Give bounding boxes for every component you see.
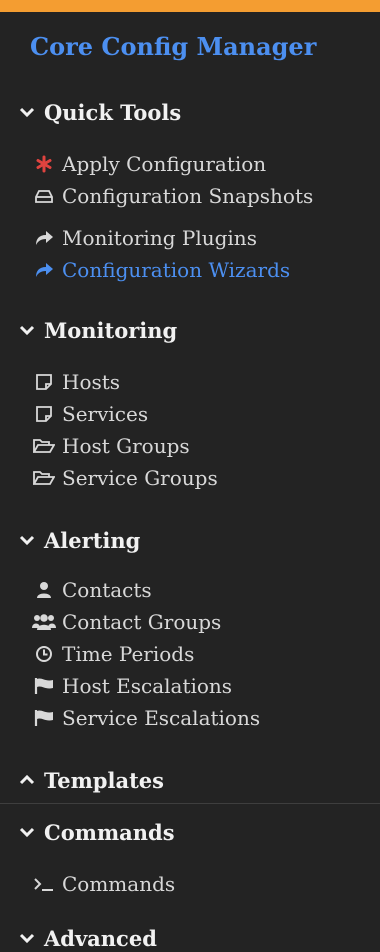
section-header-templates[interactable]: Templates xyxy=(16,766,164,794)
menu-item-service-escalations[interactable]: Service Escalations xyxy=(32,705,260,731)
section-divider xyxy=(0,803,380,804)
section-header-quick-tools[interactable]: Quick Tools xyxy=(16,98,181,126)
menu-item-contact-groups[interactable]: Contact Groups xyxy=(32,609,221,635)
chevron-up-icon xyxy=(16,769,38,791)
menu-item-configuration-snapshots[interactable]: Configuration Snapshots xyxy=(32,183,313,209)
menu-item-label: Configuration Wizards xyxy=(62,258,291,282)
menu-item-label: Contact Groups xyxy=(62,610,222,634)
section-header-commands[interactable]: Commands xyxy=(16,818,175,846)
menu-item-label: Service Groups xyxy=(62,466,218,490)
share-arrow-icon xyxy=(32,226,56,250)
menu-item-label: Host Escalations xyxy=(62,674,233,698)
folder-open-icon xyxy=(32,434,56,458)
section-label: Quick Tools xyxy=(44,99,182,125)
note-icon xyxy=(32,370,56,394)
menu-item-label: Host Groups xyxy=(62,434,190,458)
section-header-alerting[interactable]: Alerting xyxy=(16,526,140,554)
top-accent-bar xyxy=(0,0,380,12)
menu-item-apply-configuration[interactable]: Apply Configuration xyxy=(32,151,266,177)
menu-item-hosts[interactable]: Hosts xyxy=(32,369,120,395)
section-label: Alerting xyxy=(44,527,141,553)
user-icon xyxy=(32,578,56,602)
menu-item-service-groups[interactable]: Service Groups xyxy=(32,465,218,491)
flag-icon xyxy=(32,706,56,730)
terminal-icon xyxy=(32,872,56,896)
chevron-down-icon xyxy=(16,529,38,551)
menu-item-commands[interactable]: Commands xyxy=(32,871,175,897)
note-icon xyxy=(32,402,56,426)
section-label: Templates xyxy=(44,767,164,793)
chevron-down-icon xyxy=(16,319,38,341)
menu-item-label: Commands xyxy=(62,872,176,896)
section-label: Commands xyxy=(44,819,175,845)
section-header-monitoring[interactable]: Monitoring xyxy=(16,316,177,344)
drive-icon xyxy=(32,184,56,208)
app-title[interactable]: Core Config Manager xyxy=(30,32,316,61)
menu-item-monitoring-plugins[interactable]: Monitoring Plugins xyxy=(32,225,257,251)
menu-item-label: Hosts xyxy=(62,370,121,394)
section-header-advanced[interactable]: Advanced xyxy=(16,924,157,952)
menu-item-label: Configuration Snapshots xyxy=(62,184,314,208)
menu-item-label: Contacts xyxy=(62,578,152,602)
menu-item-label: Apply Configuration xyxy=(62,152,267,176)
section-label: Monitoring xyxy=(44,317,178,343)
menu-item-services[interactable]: Services xyxy=(32,401,148,427)
users-icon xyxy=(32,610,56,634)
flag-icon xyxy=(32,674,56,698)
share-arrow-icon xyxy=(32,258,56,282)
chevron-down-icon xyxy=(16,821,38,843)
menu-item-contacts[interactable]: Contacts xyxy=(32,577,152,603)
clock-icon xyxy=(32,642,56,666)
chevron-down-icon xyxy=(16,927,38,949)
chevron-down-icon xyxy=(16,101,38,123)
menu-item-label: Service Escalations xyxy=(62,706,261,730)
menu-item-label: Monitoring Plugins xyxy=(62,226,257,250)
asterisk-icon xyxy=(32,152,56,176)
menu-item-configuration-wizards[interactable]: Configuration Wizards xyxy=(32,257,290,283)
folder-open-icon xyxy=(32,466,56,490)
menu-item-time-periods[interactable]: Time Periods xyxy=(32,641,194,667)
section-label: Advanced xyxy=(44,925,157,951)
menu-item-label: Services xyxy=(62,402,149,426)
menu-item-label: Time Periods xyxy=(62,642,195,666)
menu-item-host-escalations[interactable]: Host Escalations xyxy=(32,673,232,699)
menu-item-host-groups[interactable]: Host Groups xyxy=(32,433,190,459)
